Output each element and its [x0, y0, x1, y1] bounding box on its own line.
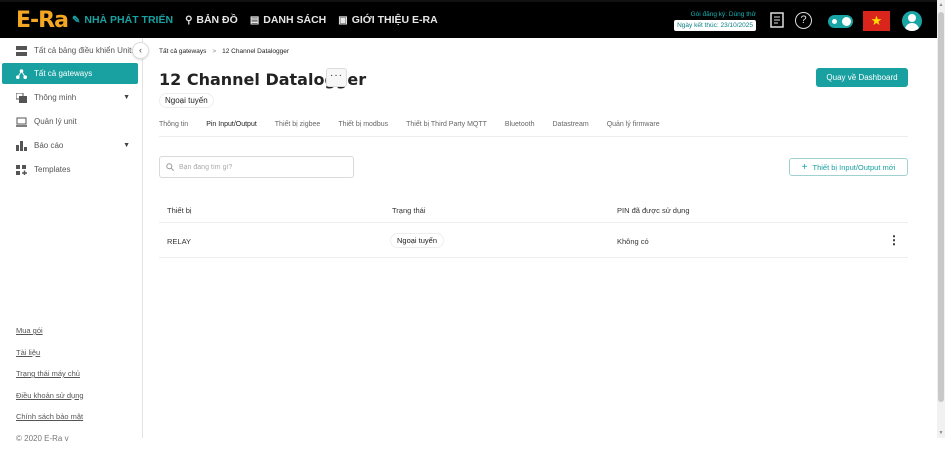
tab-zigbee[interactable]: Thiết bị zigbee: [275, 121, 321, 137]
table-row-divider: [159, 257, 908, 258]
era-logo[interactable]: E-Ra: [16, 8, 68, 33]
table-header-divider: [159, 222, 908, 223]
theme-toggle[interactable]: [828, 15, 853, 28]
nav-about-label: GIỚI THIỆU E-RA: [352, 14, 438, 26]
column-header-status: Trạng thái: [392, 206, 426, 215]
document-icon[interactable]: [768, 12, 786, 30]
nav-list-label: DANH SÁCH: [263, 14, 326, 26]
column-header-device: Thiết bị: [167, 206, 192, 215]
gateway-tabs: Thông tin Pin Input/Output Thiết bị zigb…: [159, 121, 660, 137]
breadcrumb-separator: >: [212, 48, 216, 55]
link-terms[interactable]: Điều khoản sử dụng: [16, 391, 84, 413]
pen-icon: ✎: [72, 15, 80, 26]
breadcrumb: Tất cả gateways > 12 Channel Datalogger: [159, 48, 289, 55]
tab-info[interactable]: Thông tin: [159, 121, 188, 137]
subscription-label: Gói đăng ký: Dùng thử: [672, 11, 756, 18]
row-device: RELAY: [167, 237, 191, 246]
unit-icon: [16, 117, 27, 127]
templates-icon: [16, 165, 27, 175]
chevron-down-icon: ▼: [123, 142, 130, 149]
more-options-button[interactable]: ···: [326, 68, 347, 87]
sidebar-item-label: Thông minh: [34, 93, 76, 102]
sidebar-item-templates[interactable]: Templates: [2, 159, 138, 180]
subscription-end-date[interactable]: Ngày kết thúc: 23/10/2025: [674, 20, 756, 31]
search-icon: [166, 163, 174, 171]
vietnam-flag-icon[interactable]: ★: [863, 11, 890, 31]
add-io-device-button[interactable]: + Thiết bị Input/Output mới: [789, 158, 908, 176]
top-bar: E-Ra ✎ NHÀ PHÁT TRIỂN ⚲ BẢN ĐỒ ▤ DANH SÁ…: [0, 0, 937, 38]
map-pin-icon: ⚲: [185, 15, 192, 26]
subscription-info: Gói đăng ký: Dùng thử Ngày kết thúc: 23/…: [672, 11, 756, 31]
copyright: © 2020 E-Ra v: [16, 434, 84, 455]
plus-icon: +: [802, 162, 808, 173]
chevron-down-icon: ▼: [123, 94, 130, 101]
nav-about[interactable]: ▣ GIỚI THIỆU E-RA: [338, 14, 437, 26]
link-server-status[interactable]: Trạng thái máy chủ: [16, 369, 84, 391]
nav-map-label: BẢN ĐỒ: [196, 14, 237, 26]
row-menu-icon[interactable]: ⋮: [888, 233, 896, 247]
sidebar-item-label: Tất cả bảng điều khiển Units: [34, 46, 135, 55]
avatar-body: [905, 23, 919, 31]
link-privacy[interactable]: Chính sách bảo mật: [16, 412, 84, 434]
sidebar-item-unit[interactable]: Quản lý unit: [2, 111, 138, 132]
back-to-dashboard-button[interactable]: Quay về Dashboard: [816, 68, 908, 87]
link-docs[interactable]: Tài liệu: [16, 348, 84, 370]
link-buy-plan[interactable]: Mua gói: [16, 326, 84, 348]
sidebar-item-label: Templates: [34, 165, 70, 174]
help-icon[interactable]: ?: [795, 12, 812, 29]
tab-mqtt[interactable]: Thiết bị Third Party MQTT: [406, 121, 487, 137]
search-box: [159, 156, 354, 178]
scroll-up-icon[interactable]: ▲: [938, 2, 944, 8]
scrollbar-thumb[interactable]: [938, 12, 944, 402]
nav-developer-label: NHÀ PHÁT TRIỂN: [84, 14, 173, 26]
main-content: Tất cả gateways > 12 Channel Datalogger …: [143, 38, 937, 438]
tab-bluetooth[interactable]: Bluetooth: [505, 121, 535, 137]
search-input[interactable]: [179, 164, 339, 171]
breadcrumb-current: 12 Channel Datalogger: [222, 48, 289, 55]
sidebar-footer-links: Mua gói Tài liệu Trạng thái máy chủ Điều…: [16, 326, 84, 455]
user-avatar-icon[interactable]: [902, 11, 922, 31]
tab-modbus[interactable]: Thiết bị modbus: [338, 121, 388, 137]
nav-developer[interactable]: ✎ NHÀ PHÁT TRIỂN: [72, 14, 173, 26]
sidebar-item-smart[interactable]: Thông minh ▼: [2, 87, 138, 108]
main-nav: ✎ NHÀ PHÁT TRIỂN ⚲ BẢN ĐỒ ▤ DANH SÁCH ▣ …: [72, 14, 438, 26]
sidebar: Tất cả bảng điều khiển Units Tất cả gate…: [0, 38, 143, 438]
avatar-head: [908, 14, 916, 22]
info-icon: ▣: [338, 15, 347, 26]
row-status-badge: Ngoại tuyến: [390, 233, 444, 248]
toggle-knob: [842, 17, 851, 26]
sidebar-item-dashboards[interactable]: Tất cả bảng điều khiển Units: [2, 40, 138, 61]
column-header-pins: PIN đã được sử dụng: [617, 206, 690, 215]
tabs-divider: [159, 136, 908, 137]
nav-list[interactable]: ▤ DANH SÁCH: [250, 14, 326, 26]
status-badge: Ngoại tuyến: [159, 93, 214, 108]
sidebar-item-label: Quản lý unit: [34, 117, 77, 126]
scroll-down-icon[interactable]: ▼: [938, 430, 944, 436]
sidebar-item-reports[interactable]: Báo cáo ▼: [2, 135, 138, 156]
nav-map[interactable]: ⚲ BẢN ĐỒ: [185, 14, 238, 26]
smart-icon: [16, 93, 27, 103]
add-io-device-label: Thiết bị Input/Output mới: [812, 163, 895, 172]
page-scrollbar[interactable]: ▲ ▼: [937, 0, 945, 438]
toggle-dot: [831, 18, 838, 25]
row-pins: Không có: [617, 237, 649, 246]
tab-firmware[interactable]: Quản lý firmware: [607, 121, 660, 137]
sidebar-item-label: Báo cáo: [34, 141, 63, 150]
dashboard-icon: [16, 46, 27, 56]
report-icon: [16, 141, 27, 151]
tab-datastream[interactable]: Datastream: [553, 121, 589, 137]
breadcrumb-root[interactable]: Tất cả gateways: [159, 48, 206, 55]
sidebar-item-gateways[interactable]: Tất cả gateways: [2, 63, 138, 84]
sidebar-item-label: Tất cả gateways: [34, 69, 92, 78]
list-icon: ▤: [250, 15, 259, 26]
gateway-icon: [16, 69, 27, 79]
tab-pin-io[interactable]: Pin Input/Output: [206, 121, 257, 137]
